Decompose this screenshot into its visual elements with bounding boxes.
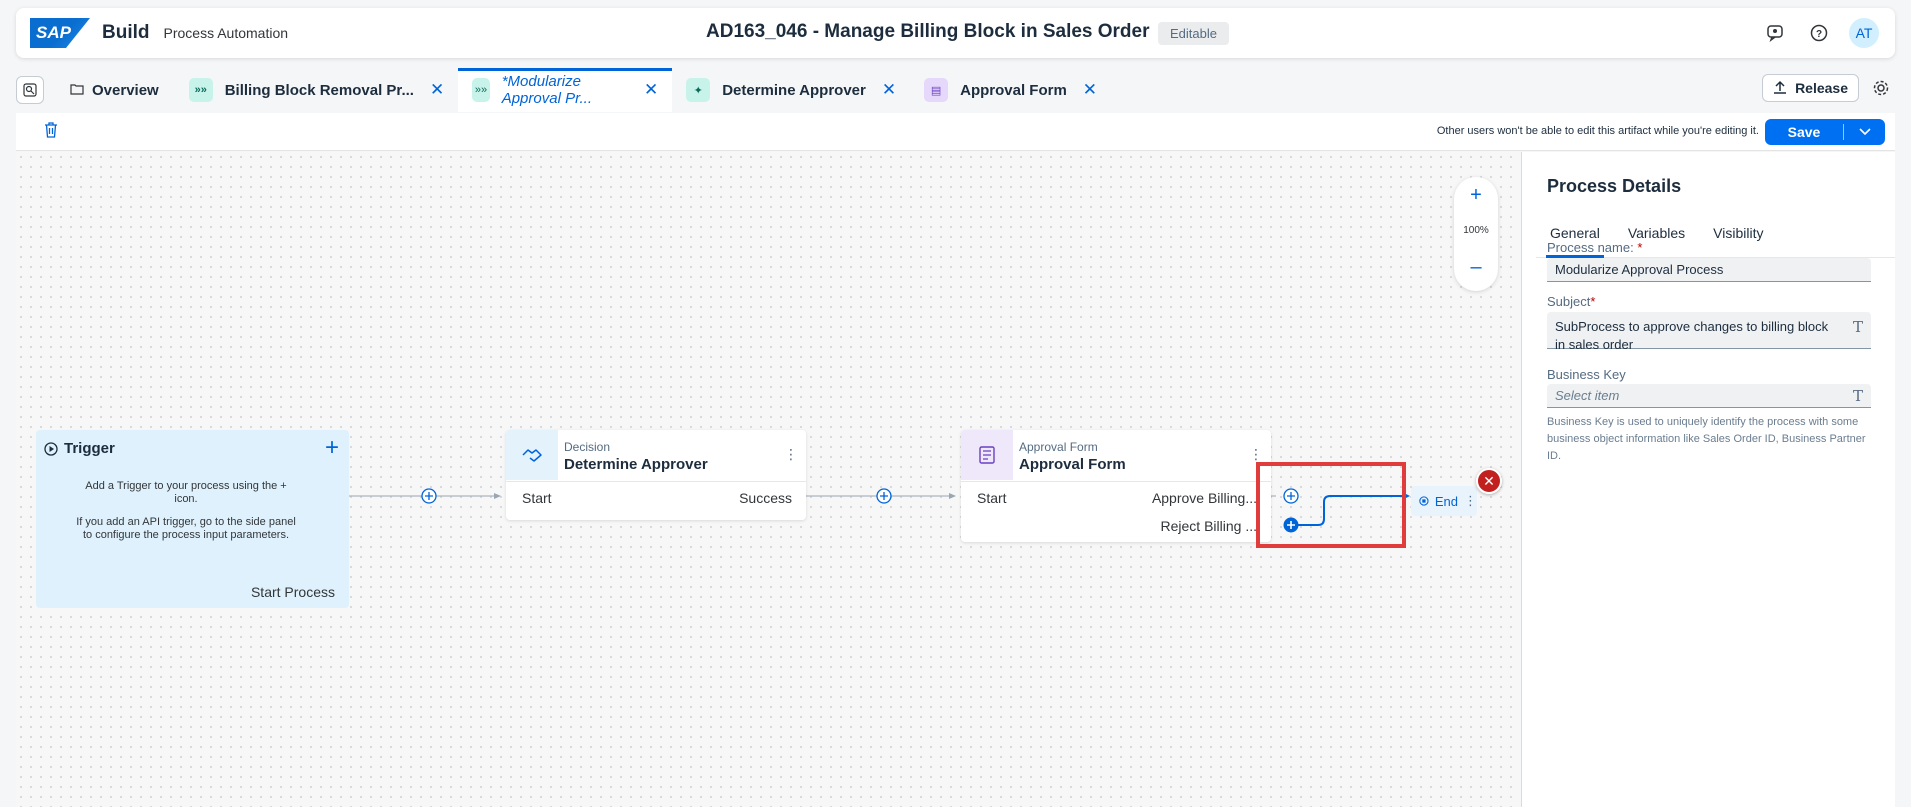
process-icon: »»	[472, 78, 490, 102]
status-badge: Editable	[1158, 22, 1229, 45]
tab-approval-form[interactable]: ▤ Approval Form ✕	[910, 68, 1111, 112]
process-canvas[interactable]: + 100% – Trigger + Add a Trigger to your…	[16, 152, 1520, 807]
trigger-output: Start Process	[250, 584, 335, 600]
node-input: Start	[977, 490, 1007, 506]
panel-title: Process Details	[1547, 176, 1682, 196]
node-type: Approval Form	[1019, 440, 1098, 454]
business-key-help: Business Key is used to uniquely identif…	[1547, 416, 1866, 462]
trigger-hint-api: If you add an API trigger, go to the sid…	[76, 516, 296, 541]
required-marker: *	[1633, 240, 1643, 255]
editor-toolbar: Other users won't be able to edit this a…	[16, 113, 1895, 151]
trigger-node[interactable]: Trigger + Add a Trigger to your process …	[36, 430, 349, 608]
avatar[interactable]: AT	[1849, 18, 1879, 48]
subject-label: Subject*	[1547, 294, 1595, 309]
zoom-in-button[interactable]: +	[1454, 177, 1498, 213]
tab-label: *Modularize Approval Pr...	[501, 73, 593, 107]
page-title: AD163_046 - Manage Billing Block in Sale…	[706, 21, 1150, 42]
zoom-control: + 100% –	[1454, 177, 1498, 291]
decision-icon: ✦	[686, 78, 711, 102]
folder-icon	[70, 82, 84, 98]
zoom-out-button[interactable]: –	[1454, 249, 1498, 285]
decision-icon	[506, 430, 558, 480]
trigger-description: Add a Trigger to your process using the …	[76, 480, 296, 542]
approval-form-node[interactable]: Approval Form Approval Form ⋮ Start Appr…	[961, 430, 1271, 542]
close-icon[interactable]: ✕	[882, 80, 896, 100]
tab-label: Approval Form	[960, 81, 1067, 99]
tab-visibility[interactable]: Visibility	[1699, 210, 1777, 257]
gear-icon[interactable]	[1867, 74, 1895, 102]
close-icon[interactable]: ✕	[1083, 80, 1097, 100]
upload-icon	[1773, 80, 1787, 97]
chevron-down-icon[interactable]	[1844, 125, 1885, 139]
add-step-icon[interactable]	[421, 488, 437, 504]
node-name: Approval Form	[1019, 456, 1126, 473]
help-icon[interactable]: ?	[1805, 19, 1833, 47]
required-marker: *	[1590, 294, 1596, 309]
trigger-title: Trigger	[64, 440, 115, 457]
node-output-approve: Approve Billing...	[1151, 490, 1257, 506]
search-tabs-icon[interactable]	[16, 76, 44, 104]
node-output-reject: Reject Billing ...	[1160, 518, 1257, 534]
release-label: Release	[1795, 80, 1848, 96]
svg-text:?: ?	[1816, 29, 1822, 40]
process-name-field[interactable]: Modularize Approval Process	[1547, 258, 1871, 282]
decision-node[interactable]: Decision Determine Approver ⋮ Start Succ…	[506, 430, 806, 520]
process-details-panel: Process Details General Variables Visibi…	[1521, 152, 1895, 807]
node-output: Success	[739, 490, 792, 506]
label-text: Process name:	[1547, 240, 1634, 255]
tab-billing-block-removal[interactable]: »» Billing Block Removal Pr... ✕	[175, 68, 458, 112]
process-name-label: Process name: *	[1547, 240, 1642, 255]
error-icon[interactable]: ✕	[1476, 468, 1502, 494]
form-icon	[961, 430, 1013, 480]
add-trigger-icon[interactable]: +	[325, 434, 339, 462]
trigger-hint: Add a Trigger to your process using the …	[85, 480, 287, 505]
add-step-icon[interactable]	[876, 488, 892, 504]
sap-logo[interactable]: SAP	[30, 18, 90, 48]
divider	[961, 481, 1271, 482]
stop-icon	[1419, 496, 1429, 506]
form-icon: ▤	[924, 78, 949, 102]
play-icon	[44, 441, 58, 456]
more-icon[interactable]: ⋮	[784, 446, 798, 463]
business-key-field[interactable]: Select item T	[1547, 384, 1871, 408]
tab-overview[interactable]: Overview	[56, 68, 173, 112]
node-type: Decision	[564, 440, 611, 454]
node-name: Determine Approver	[564, 456, 708, 473]
product-name: Build	[102, 22, 150, 43]
close-icon[interactable]: ✕	[430, 80, 444, 100]
tab-determine-approver[interactable]: ✦ Determine Approver ✕	[672, 68, 910, 112]
save-label: Save	[1787, 124, 1821, 140]
text-format-icon[interactable]: T	[1853, 387, 1863, 405]
label-text: Subject	[1547, 294, 1591, 309]
save-button[interactable]: Save	[1765, 119, 1885, 145]
close-icon[interactable]: ✕	[644, 80, 658, 100]
product-subtitle: Process Automation	[163, 25, 289, 41]
highlight-box	[1256, 462, 1406, 548]
tab-bar: Overview »» Billing Block Removal Pr... …	[16, 68, 1895, 112]
business-key-label: Business Key	[1547, 367, 1626, 382]
more-icon[interactable]: ⋮	[1464, 493, 1477, 509]
node-input: Start	[522, 490, 552, 506]
subject-field[interactable]: SubProcess to approve changes to billing…	[1547, 312, 1871, 352]
text-format-icon[interactable]: T	[1853, 318, 1863, 336]
trigger-header: Trigger	[44, 440, 115, 457]
lock-message: Other users won't be able to edit this a…	[1436, 125, 1759, 137]
release-button[interactable]: Release	[1762, 74, 1859, 102]
divider	[506, 481, 806, 482]
business-key-placeholder: Select item	[1555, 388, 1620, 403]
more-icon[interactable]: ⋮	[1249, 446, 1263, 463]
tab-modularize-approval[interactable]: »» *Modularize Approval Pr... ✕	[458, 68, 673, 112]
end-label: End	[1434, 493, 1458, 509]
end-node[interactable]: End ⋮	[1411, 486, 1477, 516]
tab-label: Overview	[92, 81, 159, 99]
shell-bar: SAP Build Process Automation AD163_046 -…	[16, 8, 1895, 58]
feedback-icon[interactable]	[1761, 19, 1789, 47]
delete-icon[interactable]	[44, 122, 58, 143]
zoom-level[interactable]: 100%	[1454, 213, 1498, 249]
process-icon: »»	[188, 78, 213, 102]
tab-label: Billing Block Removal Pr...	[224, 81, 414, 99]
tab-label: Determine Approver	[722, 81, 866, 99]
subject-value: SubProcess to approve changes to billing…	[1555, 319, 1829, 352]
